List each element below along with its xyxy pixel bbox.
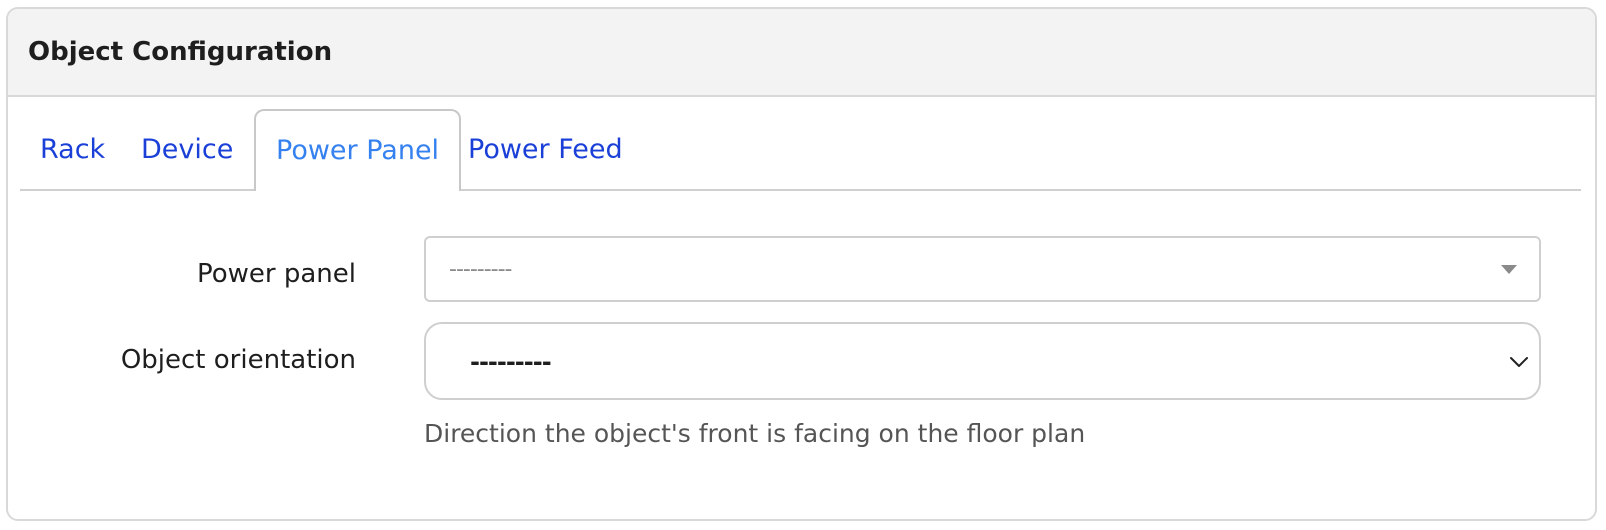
object-orientation-label: Object orientation bbox=[120, 345, 356, 375]
power-panel-select-value: --------- bbox=[449, 257, 512, 282]
tab-power-feed[interactable]: Power Feed bbox=[468, 109, 623, 191]
object-orientation-select[interactable]: --------- bbox=[424, 322, 1541, 400]
card-header: Object Configuration bbox=[8, 9, 1595, 97]
power-panel-select[interactable]: --------- bbox=[424, 236, 1541, 302]
object-orientation-select-value: --------- bbox=[470, 348, 552, 376]
tab-bar: Rack Device Power Panel Power Feed bbox=[20, 109, 1581, 191]
power-panel-label: Power panel bbox=[196, 259, 356, 289]
tab-rack[interactable]: Rack bbox=[40, 109, 105, 191]
tab-power-panel[interactable]: Power Panel bbox=[254, 109, 462, 191]
object-orientation-help-text: Direction the object's front is facing o… bbox=[424, 419, 1086, 448]
caret-down-icon bbox=[1501, 265, 1517, 274]
chevron-down-icon bbox=[1510, 357, 1528, 367]
tab-device[interactable]: Device bbox=[141, 109, 233, 191]
card-title: Object Configuration bbox=[28, 37, 333, 67]
